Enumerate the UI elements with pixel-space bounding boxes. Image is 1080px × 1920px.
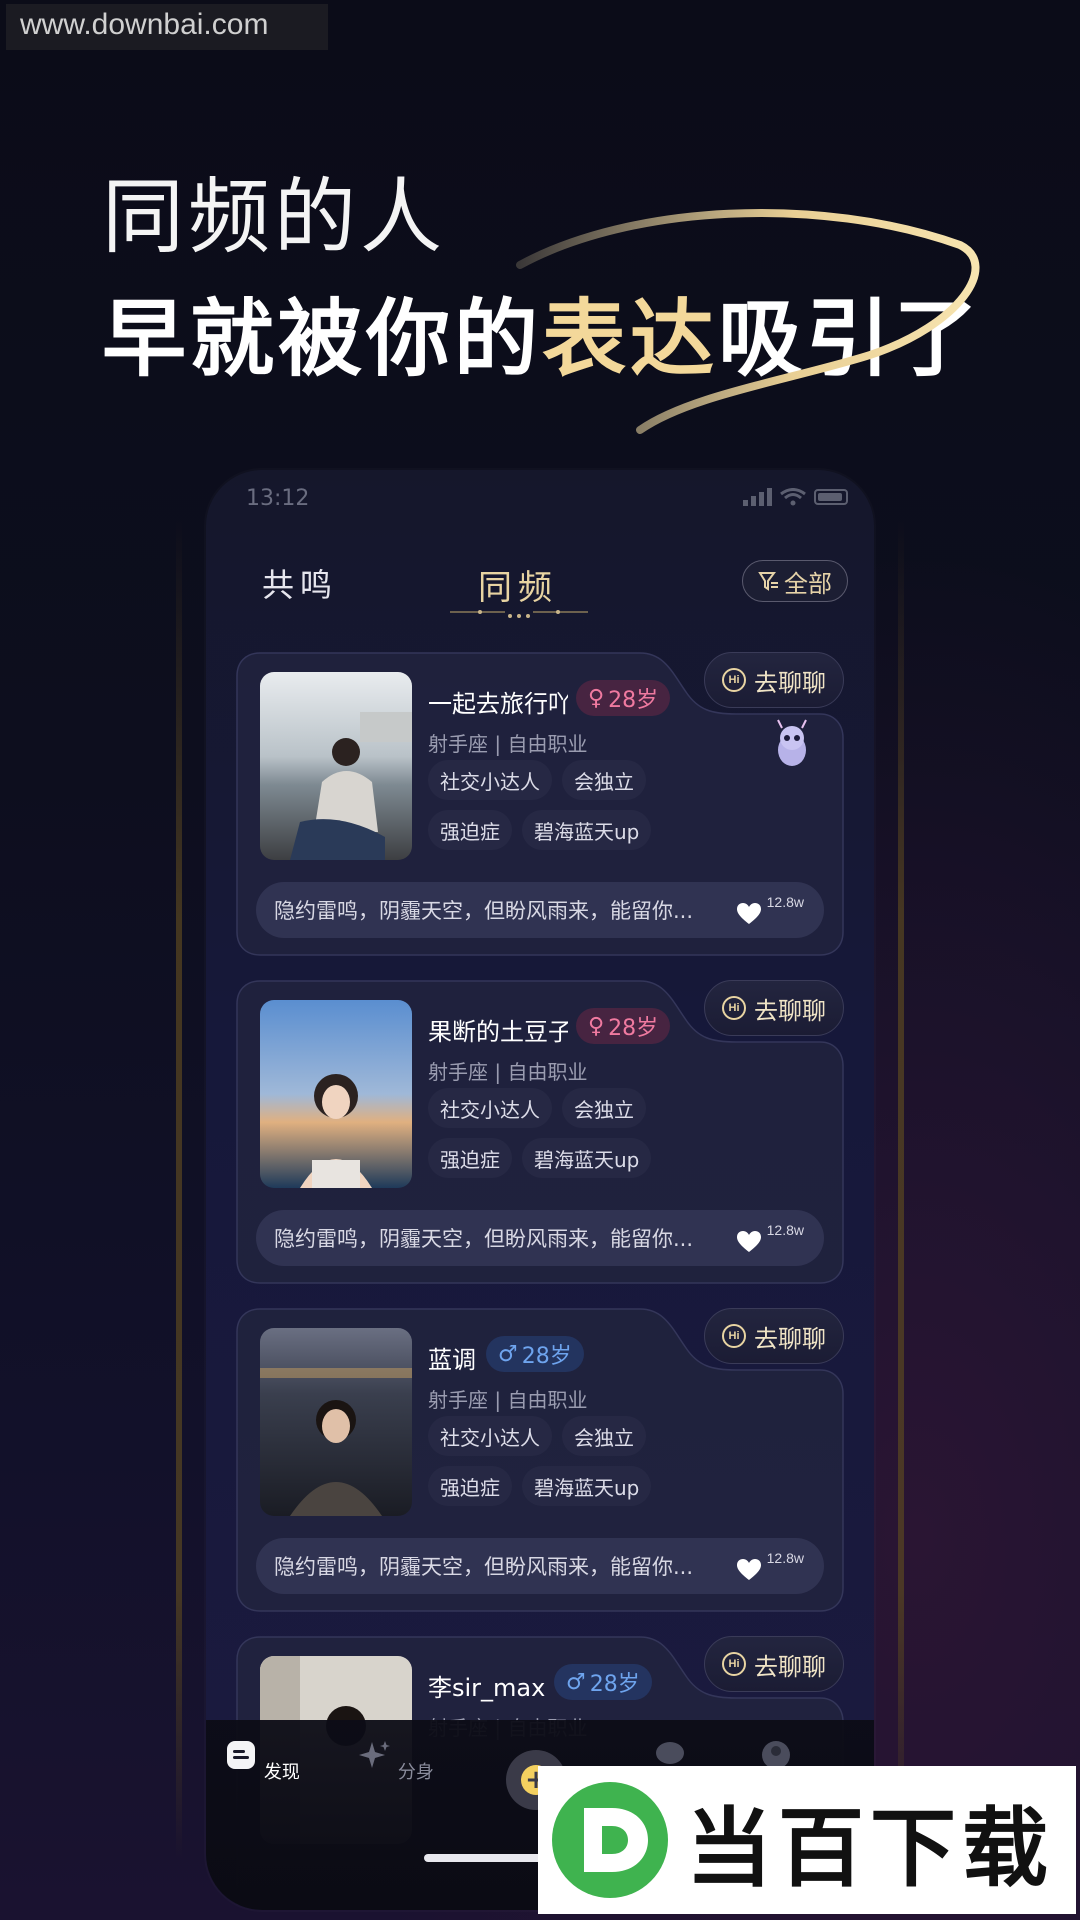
tag: 强迫症 [428, 1466, 512, 1506]
heart-icon[interactable] [736, 1558, 762, 1582]
male-icon: ♂ [566, 1669, 586, 1695]
user-name: 一起去旅行吖 [428, 690, 568, 718]
nav-avatar[interactable]: 分身 [356, 1738, 436, 1784]
phone-screen: 13:12 共鸣 同频 全部 一起去旅行吖 ♀ 28岁 射手座 | 自由职业 社交… [206, 470, 874, 1910]
tag: 强迫症 [428, 1138, 512, 1178]
tag: 社交小达人 [428, 760, 552, 800]
status-icons [743, 488, 848, 506]
hi-icon: Hi [722, 996, 746, 1020]
wifi-icon [780, 488, 806, 506]
filter-icon [758, 572, 778, 591]
filter-button[interactable]: 全部 [742, 560, 848, 602]
go-chat-button[interactable]: Hi 去聊聊 [704, 652, 844, 708]
go-chat-button[interactable]: Hi 去聊聊 [704, 1636, 844, 1692]
like-count: 12.8w [766, 894, 804, 910]
tab-resonance[interactable]: 共鸣 [262, 560, 338, 606]
dragon-mascot-icon [777, 719, 807, 766]
go-chat-button[interactable]: Hi 去聊聊 [704, 1308, 844, 1364]
signature-quote: 隐约雷鸣，阴霾天空，但盼风雨来，能留你... 12.8w [256, 1210, 824, 1266]
battery-icon [814, 489, 848, 505]
tag: 会独立 [562, 1088, 646, 1128]
filter-label: 全部 [784, 569, 832, 598]
tag: 社交小达人 [428, 1416, 552, 1456]
tag-list: 社交小达人 会独立 强迫症 碧海蓝天up [428, 1088, 728, 1178]
tag: 会独立 [562, 1416, 646, 1456]
signature-quote: 隐约雷鸣，阴霾天空，但盼风雨来，能留你... 12.8w [256, 882, 824, 938]
tab-same-frequency[interactable]: 同频 [478, 560, 558, 609]
female-icon: ♀ [588, 685, 605, 711]
profile-photo[interactable] [260, 1328, 412, 1516]
user-name: 蓝调 [428, 1346, 476, 1374]
headline-line-1: 同频的人 [102, 170, 447, 265]
user-card[interactable]: 果断的土豆子 ♀ 28岁 射手座 | 自由职业 社交小达人 会独立 强迫症 碧海蓝… [236, 980, 844, 1284]
profile-photo[interactable] [260, 672, 412, 860]
tag: 碧海蓝天up [522, 810, 652, 850]
headline-pre: 早就被你的 [102, 290, 543, 388]
phone-edge-right [898, 520, 904, 1860]
go-chat-button[interactable]: Hi 去聊聊 [704, 980, 844, 1036]
sparkle-icon [359, 1741, 391, 1768]
signature-quote: 隐约雷鸣，阴霾天空，但盼风雨来，能留你... 12.8w [256, 1538, 824, 1594]
age-badge: ♀ 28岁 [576, 680, 671, 716]
site-watermark-logo: 当百下载 [538, 1766, 1076, 1914]
user-card[interactable]: 一起去旅行吖 ♀ 28岁 射手座 | 自由职业 社交小达人 会独立 强迫症 碧海蓝… [236, 652, 844, 956]
gold-swoosh-decoration [516, 209, 980, 434]
hi-icon: Hi [722, 668, 746, 692]
tag: 社交小达人 [428, 1088, 552, 1128]
user-card[interactable]: 蓝调 ♂ 28岁 射手座 | 自由职业 社交小达人 会独立 强迫症 碧海蓝天up … [236, 1308, 844, 1612]
user-name: 李sir_max [428, 1674, 546, 1702]
heart-icon[interactable] [736, 902, 762, 926]
tag-list: 社交小达人 会独立 强迫症 碧海蓝天up [428, 1416, 728, 1506]
user-meta: 射手座 | 自由职业 [428, 732, 588, 756]
heart-icon[interactable] [736, 1230, 762, 1254]
tag: 碧海蓝天up [522, 1138, 652, 1178]
d-logo-icon [552, 1782, 668, 1898]
tag: 会独立 [562, 760, 646, 800]
female-icon: ♀ [588, 1013, 605, 1039]
user-meta: 射手座 | 自由职业 [428, 1388, 588, 1412]
age-badge: ♂ 28岁 [554, 1664, 652, 1700]
like-count: 12.8w [766, 1550, 804, 1566]
hi-icon: Hi [722, 1324, 746, 1348]
tag: 碧海蓝天up [522, 1466, 652, 1506]
watermark-url: www.downbai.com [6, 4, 328, 50]
age-badge: ♂ 28岁 [486, 1336, 584, 1372]
like-count: 12.8w [766, 1222, 804, 1238]
phone-edge-left [176, 520, 182, 1860]
profile-photo[interactable] [260, 1000, 412, 1188]
user-meta: 射手座 | 自由职业 [428, 1060, 588, 1084]
nav-discover[interactable]: 发现 [222, 1738, 302, 1784]
age-badge: ♀ 28岁 [576, 1008, 671, 1044]
male-icon: ♂ [498, 1341, 518, 1367]
tag: 强迫症 [428, 810, 512, 850]
user-name: 果断的土豆子 [428, 1018, 568, 1046]
tag-list: 社交小达人 会独立 强迫症 碧海蓝天up [428, 760, 728, 850]
logo-text: 当百下载 [686, 1798, 1054, 1899]
hi-icon: Hi [722, 1652, 746, 1676]
status-time: 13:12 [246, 486, 310, 511]
signal-icon [743, 488, 772, 506]
discover-icon [227, 1741, 256, 1769]
active-tab-ornament [450, 610, 588, 618]
